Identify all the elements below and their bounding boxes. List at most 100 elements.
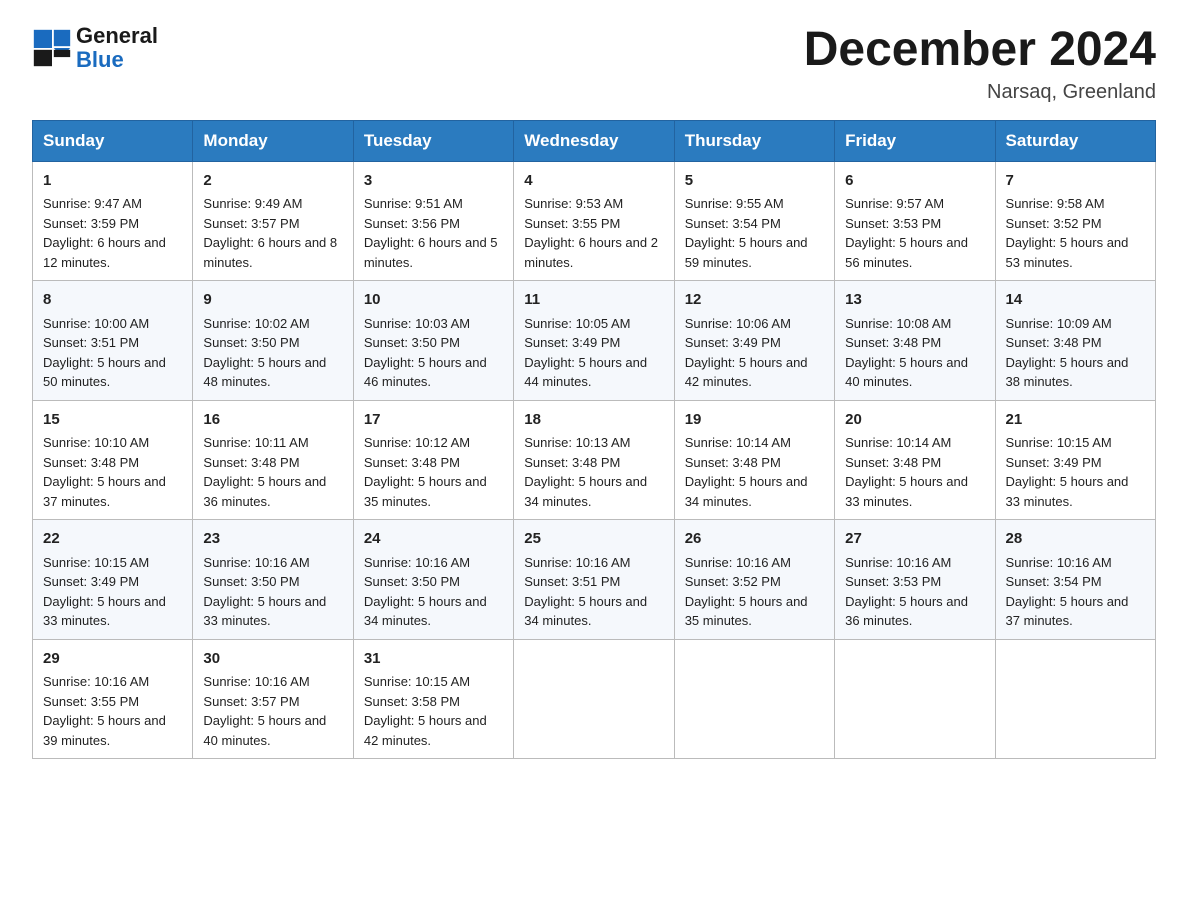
day-number: 8 [43, 289, 182, 312]
calendar-body: 1 Sunrise: 9:47 AMSunset: 3:59 PMDayligh… [33, 161, 1156, 759]
day-number: 5 [685, 170, 824, 193]
sunrise-info: Sunrise: 10:14 AMSunset: 3:48 PMDaylight… [845, 435, 968, 509]
sunrise-info: Sunrise: 10:15 AMSunset: 3:49 PMDaylight… [1006, 435, 1129, 509]
table-row: 12 Sunrise: 10:06 AMSunset: 3:49 PMDayli… [674, 281, 834, 401]
logo-text: General Blue [76, 24, 158, 72]
table-row: 7 Sunrise: 9:58 AMSunset: 3:52 PMDayligh… [995, 161, 1155, 281]
day-number: 18 [524, 409, 663, 432]
day-number: 31 [364, 648, 503, 671]
sunrise-info: Sunrise: 10:06 AMSunset: 3:49 PMDaylight… [685, 316, 808, 390]
day-number: 9 [203, 289, 342, 312]
logo-icon [32, 28, 72, 68]
col-thursday: Thursday [674, 120, 834, 161]
sunrise-info: Sunrise: 10:13 AMSunset: 3:48 PMDaylight… [524, 435, 647, 509]
table-row: 5 Sunrise: 9:55 AMSunset: 3:54 PMDayligh… [674, 161, 834, 281]
month-title: December 2024 [804, 24, 1156, 77]
sunrise-info: Sunrise: 10:10 AMSunset: 3:48 PMDaylight… [43, 435, 166, 509]
table-row: 23 Sunrise: 10:16 AMSunset: 3:50 PMDayli… [193, 520, 353, 640]
sunrise-info: Sunrise: 10:16 AMSunset: 3:52 PMDaylight… [685, 555, 808, 629]
table-row: 31 Sunrise: 10:15 AMSunset: 3:58 PMDayli… [353, 639, 513, 759]
logo: General Blue [32, 24, 158, 72]
sunrise-info: Sunrise: 10:05 AMSunset: 3:49 PMDaylight… [524, 316, 647, 390]
col-monday: Monday [193, 120, 353, 161]
sunrise-info: Sunrise: 9:47 AMSunset: 3:59 PMDaylight:… [43, 196, 166, 270]
col-saturday: Saturday [995, 120, 1155, 161]
table-row: 11 Sunrise: 10:05 AMSunset: 3:49 PMDayli… [514, 281, 674, 401]
day-number: 12 [685, 289, 824, 312]
sunrise-info: Sunrise: 10:03 AMSunset: 3:50 PMDaylight… [364, 316, 487, 390]
header: General Blue December 2024 Narsaq, Green… [32, 24, 1156, 104]
table-row: 18 Sunrise: 10:13 AMSunset: 3:48 PMDayli… [514, 400, 674, 520]
sunrise-info: Sunrise: 10:16 AMSunset: 3:55 PMDaylight… [43, 674, 166, 748]
table-row: 25 Sunrise: 10:16 AMSunset: 3:51 PMDayli… [514, 520, 674, 640]
calendar: Sunday Monday Tuesday Wednesday Thursday… [32, 120, 1156, 760]
sunrise-info: Sunrise: 10:12 AMSunset: 3:48 PMDaylight… [364, 435, 487, 509]
sunrise-info: Sunrise: 9:51 AMSunset: 3:56 PMDaylight:… [364, 196, 498, 270]
table-row: 1 Sunrise: 9:47 AMSunset: 3:59 PMDayligh… [33, 161, 193, 281]
table-row: 14 Sunrise: 10:09 AMSunset: 3:48 PMDayli… [995, 281, 1155, 401]
sunrise-info: Sunrise: 10:16 AMSunset: 3:50 PMDaylight… [203, 555, 326, 629]
table-row [674, 639, 834, 759]
sunrise-info: Sunrise: 10:15 AMSunset: 3:58 PMDaylight… [364, 674, 487, 748]
day-number: 15 [43, 409, 182, 432]
day-number: 30 [203, 648, 342, 671]
table-row: 20 Sunrise: 10:14 AMSunset: 3:48 PMDayli… [835, 400, 995, 520]
day-number: 13 [845, 289, 984, 312]
sunrise-info: Sunrise: 10:16 AMSunset: 3:51 PMDaylight… [524, 555, 647, 629]
days-of-week-row: Sunday Monday Tuesday Wednesday Thursday… [33, 120, 1156, 161]
day-number: 20 [845, 409, 984, 432]
sunrise-info: Sunrise: 10:08 AMSunset: 3:48 PMDaylight… [845, 316, 968, 390]
sunrise-info: Sunrise: 10:11 AMSunset: 3:48 PMDaylight… [203, 435, 326, 509]
col-sunday: Sunday [33, 120, 193, 161]
sunrise-info: Sunrise: 9:55 AMSunset: 3:54 PMDaylight:… [685, 196, 808, 270]
week-row-3: 15 Sunrise: 10:10 AMSunset: 3:48 PMDayli… [33, 400, 1156, 520]
day-number: 23 [203, 528, 342, 551]
day-number: 19 [685, 409, 824, 432]
col-tuesday: Tuesday [353, 120, 513, 161]
table-row: 9 Sunrise: 10:02 AMSunset: 3:50 PMDaylig… [193, 281, 353, 401]
sunrise-info: Sunrise: 10:00 AMSunset: 3:51 PMDaylight… [43, 316, 166, 390]
table-row: 26 Sunrise: 10:16 AMSunset: 3:52 PMDayli… [674, 520, 834, 640]
day-number: 27 [845, 528, 984, 551]
day-number: 2 [203, 170, 342, 193]
table-row: 24 Sunrise: 10:16 AMSunset: 3:50 PMDayli… [353, 520, 513, 640]
sunrise-info: Sunrise: 10:15 AMSunset: 3:49 PMDaylight… [43, 555, 166, 629]
logo-line2: Blue [76, 47, 124, 72]
week-row-4: 22 Sunrise: 10:15 AMSunset: 3:49 PMDayli… [33, 520, 1156, 640]
table-row: 29 Sunrise: 10:16 AMSunset: 3:55 PMDayli… [33, 639, 193, 759]
sunrise-info: Sunrise: 9:58 AMSunset: 3:52 PMDaylight:… [1006, 196, 1129, 270]
logo-line1: General [76, 24, 158, 48]
sunrise-info: Sunrise: 9:49 AMSunset: 3:57 PMDaylight:… [203, 196, 337, 270]
day-number: 22 [43, 528, 182, 551]
day-number: 29 [43, 648, 182, 671]
sunrise-info: Sunrise: 10:09 AMSunset: 3:48 PMDaylight… [1006, 316, 1129, 390]
table-row [514, 639, 674, 759]
day-number: 21 [1006, 409, 1145, 432]
table-row: 4 Sunrise: 9:53 AMSunset: 3:55 PMDayligh… [514, 161, 674, 281]
sunrise-info: Sunrise: 10:16 AMSunset: 3:57 PMDaylight… [203, 674, 326, 748]
table-row: 10 Sunrise: 10:03 AMSunset: 3:50 PMDayli… [353, 281, 513, 401]
table-row: 13 Sunrise: 10:08 AMSunset: 3:48 PMDayli… [835, 281, 995, 401]
sunrise-info: Sunrise: 10:16 AMSunset: 3:54 PMDaylight… [1006, 555, 1129, 629]
day-number: 7 [1006, 170, 1145, 193]
day-number: 17 [364, 409, 503, 432]
table-row: 16 Sunrise: 10:11 AMSunset: 3:48 PMDayli… [193, 400, 353, 520]
table-row: 30 Sunrise: 10:16 AMSunset: 3:57 PMDayli… [193, 639, 353, 759]
table-row [835, 639, 995, 759]
calendar-header: Sunday Monday Tuesday Wednesday Thursday… [33, 120, 1156, 161]
day-number: 3 [364, 170, 503, 193]
table-row: 15 Sunrise: 10:10 AMSunset: 3:48 PMDayli… [33, 400, 193, 520]
table-row [995, 639, 1155, 759]
col-friday: Friday [835, 120, 995, 161]
day-number: 1 [43, 170, 182, 193]
sunrise-info: Sunrise: 10:02 AMSunset: 3:50 PMDaylight… [203, 316, 326, 390]
col-wednesday: Wednesday [514, 120, 674, 161]
day-number: 11 [524, 289, 663, 312]
location: Narsaq, Greenland [804, 81, 1156, 104]
table-row: 28 Sunrise: 10:16 AMSunset: 3:54 PMDayli… [995, 520, 1155, 640]
table-row: 17 Sunrise: 10:12 AMSunset: 3:48 PMDayli… [353, 400, 513, 520]
sunrise-info: Sunrise: 9:57 AMSunset: 3:53 PMDaylight:… [845, 196, 968, 270]
sunrise-info: Sunrise: 9:53 AMSunset: 3:55 PMDaylight:… [524, 196, 658, 270]
day-number: 6 [845, 170, 984, 193]
week-row-5: 29 Sunrise: 10:16 AMSunset: 3:55 PMDayli… [33, 639, 1156, 759]
